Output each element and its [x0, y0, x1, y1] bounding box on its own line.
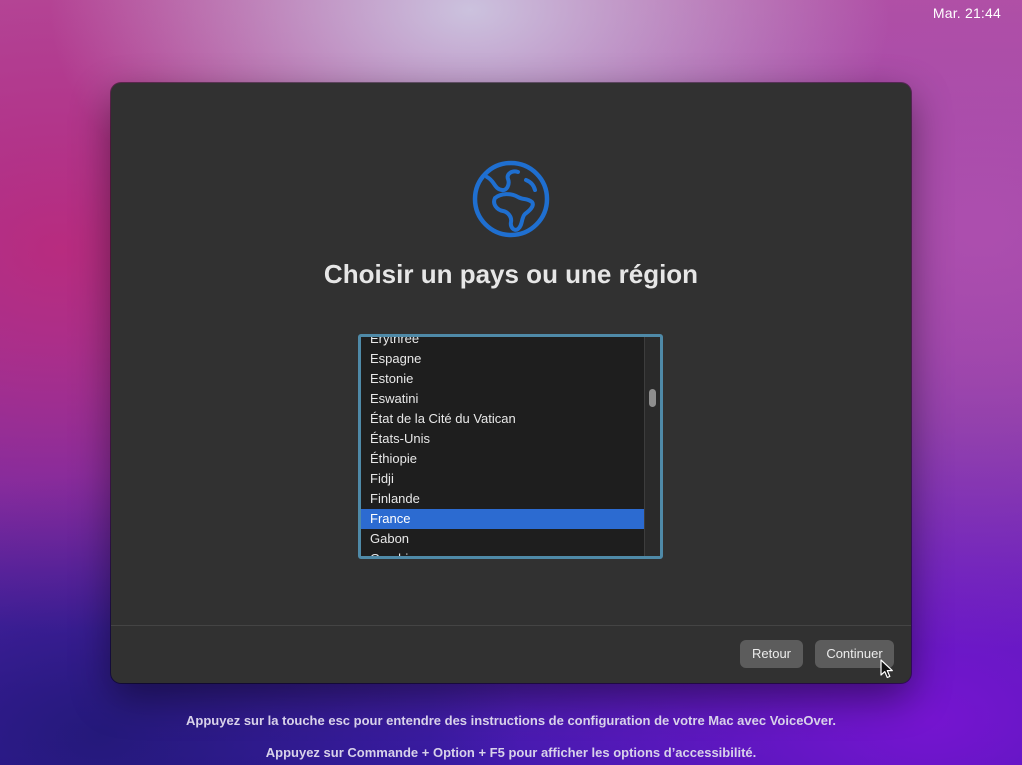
country-list-item[interactable]: Estonie — [361, 369, 645, 389]
accessibility-hint: Appuyez sur Commande + Option + F5 pour … — [265, 745, 757, 760]
country-list-item[interactable]: Eswatini — [361, 389, 645, 409]
back-button[interactable]: Retour — [740, 640, 803, 668]
country-list-item[interactable]: Érythrée — [361, 337, 645, 349]
country-list-items: Érythrée Espagne Estonie Eswatini État de la… — [361, 337, 645, 556]
country-list-item[interactable]: France — [361, 509, 645, 529]
scrollbar-thumb[interactable] — [649, 389, 656, 407]
voiceover-hint: Appuyez sur la touche esc pour entendre … — [186, 713, 836, 728]
country-list-item[interactable]: État de la Cité du Vatican — [361, 409, 645, 429]
country-list-item[interactable]: Espagne — [361, 349, 645, 369]
country-list-item[interactable]: États-Unis — [361, 429, 645, 449]
setup-assistant-window: Choisir un pays ou une région Érythrée Es… — [111, 83, 911, 683]
list-scrollbar[interactable] — [644, 337, 660, 556]
menubar-clock[interactable]: Mar. 21:44 — [933, 5, 1001, 21]
country-list-item[interactable]: Fidji — [361, 469, 645, 489]
globe-icon — [472, 160, 550, 238]
mouse-pointer-icon — [880, 659, 893, 679]
country-list-item[interactable]: Finlande — [361, 489, 645, 509]
country-list-item[interactable]: Éthiopie — [361, 449, 645, 469]
footer-divider — [111, 625, 911, 626]
country-list-item[interactable]: Gambie — [361, 549, 645, 556]
country-list-item[interactable]: Gabon — [361, 529, 645, 549]
country-list[interactable]: Érythrée Espagne Estonie Eswatini État de la… — [358, 334, 663, 559]
page-title: Choisir un pays ou une région — [323, 259, 699, 289]
